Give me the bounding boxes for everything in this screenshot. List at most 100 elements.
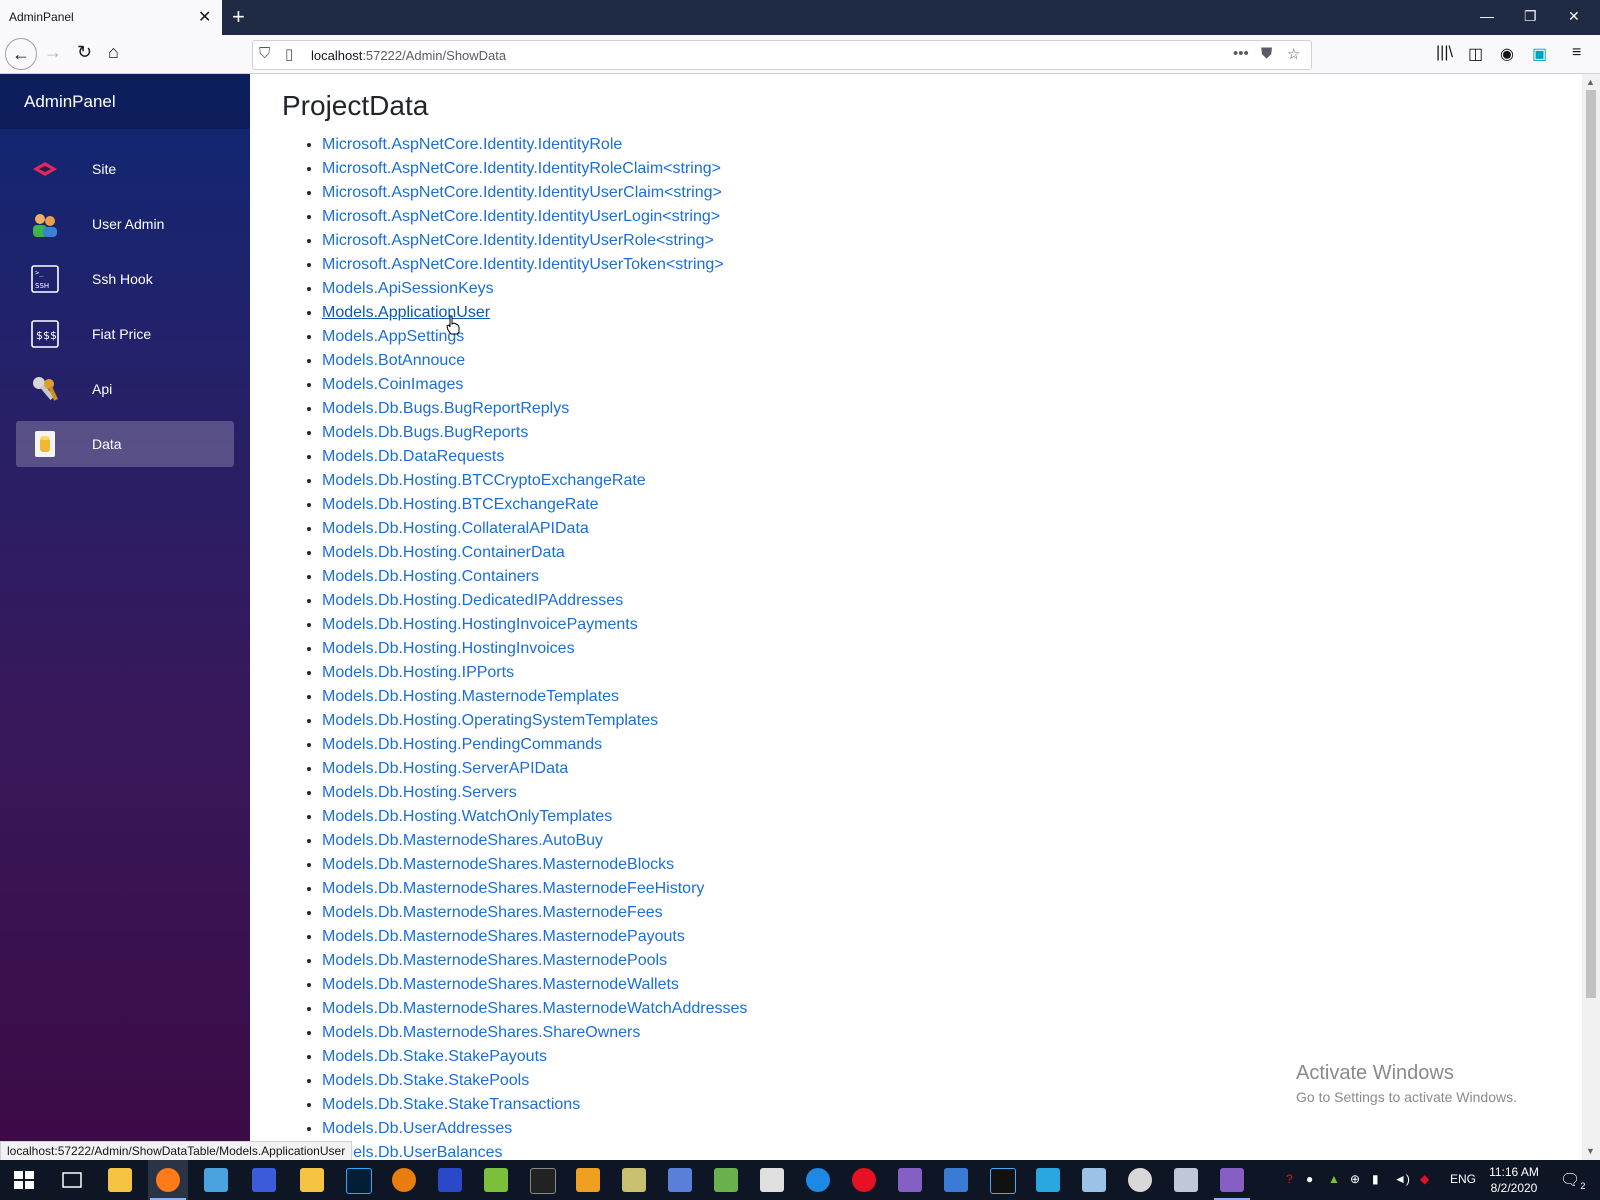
tray-app-2-icon[interactable]: ▲: [1328, 1172, 1340, 1186]
minimize-icon[interactable]: —: [1480, 8, 1494, 24]
tray-alert-icon[interactable]: ◆: [1420, 1172, 1429, 1186]
app-icon-5[interactable]: [576, 1168, 600, 1192]
forward-icon[interactable]: →: [44, 42, 62, 63]
firefox-icon[interactable]: [150, 1168, 186, 1200]
data-table-link[interactable]: Models.Db.Hosting.DedicatedIPAddresses: [322, 592, 623, 609]
app-icon-14[interactable]: [1128, 1168, 1152, 1192]
photoshop-icon[interactable]: [346, 1168, 372, 1194]
calendar-icon[interactable]: [760, 1168, 784, 1192]
data-table-link[interactable]: Models.Db.MasternodeShares.MasternodeWal…: [322, 976, 679, 993]
data-table-link[interactable]: Models.Db.MasternodeShares.MasternodeBlo…: [322, 856, 674, 873]
opera-icon[interactable]: [852, 1168, 876, 1192]
data-table-link[interactable]: Models.CoinImages: [322, 376, 463, 393]
close-tab-icon[interactable]: ✕: [198, 7, 211, 27]
new-tab-icon[interactable]: +: [232, 4, 245, 30]
file-explorer-icon[interactable]: [108, 1168, 132, 1192]
pocket-icon[interactable]: ⛊: [1261, 45, 1272, 62]
data-table-link[interactable]: Models.Db.Hosting.Servers: [322, 784, 517, 801]
sidebar-item-site[interactable]: Site: [16, 146, 234, 192]
data-table-link[interactable]: Models.Db.Hosting.ServerAPIData: [322, 760, 568, 777]
folder-icon[interactable]: [300, 1168, 324, 1192]
page-scrollbar[interactable]: ▲ ▼: [1582, 74, 1600, 1160]
back-icon[interactable]: ←: [5, 38, 37, 70]
data-table-link[interactable]: Models.Db.MasternodeShares.MasternodePoo…: [322, 952, 667, 969]
data-table-link[interactable]: Models.Db.MasternodeShares.MasternodeFee…: [322, 904, 663, 921]
library-icon[interactable]: |||\: [1436, 44, 1453, 62]
address-bar[interactable]: ⛉ ▯ localhost:57222/Admin/ShowData ••• ⛊…: [252, 40, 1312, 70]
data-table-link[interactable]: Models.Db.Hosting.IPPorts: [322, 664, 514, 681]
data-table-link[interactable]: Models.Db.Hosting.WatchOnlyTemplates: [322, 808, 612, 825]
data-table-link[interactable]: Models.Db.Hosting.HostingInvoices: [322, 640, 575, 657]
data-table-link[interactable]: Models.Db.Hosting.ContainerData: [322, 544, 565, 561]
page-actions-icon[interactable]: •••: [1233, 45, 1249, 62]
data-table-link[interactable]: Models.Db.MasternodeShares.ShareOwners: [322, 1024, 640, 1041]
windows-start-icon[interactable]: [12, 1168, 36, 1192]
data-table-link[interactable]: Models.Db.Hosting.OperatingSystemTemplat…: [322, 712, 658, 729]
data-table-link[interactable]: Models.Db.MasternodeShares.MasternodeFee…: [322, 880, 704, 897]
data-table-link[interactable]: Models.Db.MasternodeShares.MasternodeWat…: [322, 1000, 747, 1017]
visual-studio-icon[interactable]: [898, 1168, 922, 1192]
reload-icon[interactable]: ↻: [77, 42, 92, 63]
sidebar-item-fiat-price[interactable]: $$$ Fiat Price: [16, 311, 234, 357]
app-icon-4[interactable]: [484, 1168, 508, 1192]
app-icon-3[interactable]: [438, 1168, 462, 1192]
data-table-link[interactable]: Models.Db.Hosting.PendingCommands: [322, 736, 602, 753]
data-table-link[interactable]: Models.BotAnnouce: [322, 352, 465, 369]
data-table-link[interactable]: Microsoft.AspNetCore.Identity.IdentityUs…: [322, 208, 720, 225]
data-table-link[interactable]: Models.Db.Hosting.Containers: [322, 568, 539, 585]
language-indicator[interactable]: ENG: [1450, 1172, 1476, 1186]
network-icon[interactable]: ⊕: [1350, 1172, 1360, 1186]
task-view-icon[interactable]: [60, 1168, 84, 1192]
scroll-down-icon[interactable]: ▼: [1586, 1146, 1595, 1156]
app-icon-15[interactable]: [1174, 1168, 1198, 1192]
blender-icon[interactable]: [392, 1168, 416, 1192]
data-table-link[interactable]: Models.Db.Hosting.BTCCryptoExchangeRate: [322, 472, 646, 489]
data-table-link[interactable]: Models.Db.Hosting.MasternodeTemplates: [322, 688, 619, 705]
battery-icon[interactable]: ▮: [1372, 1172, 1379, 1186]
data-table-link[interactable]: Models.Db.Stake.StakePayouts: [322, 1048, 547, 1065]
data-table-link[interactable]: Models.Db.Stake.StakeTransactions: [322, 1096, 580, 1113]
page-info-icon[interactable]: ▯: [285, 45, 293, 63]
browser-tab[interactable]: AdminPanel ✕: [0, 0, 222, 35]
app-icon-9[interactable]: [806, 1168, 830, 1192]
account-icon[interactable]: ◉: [1500, 44, 1514, 64]
url-text[interactable]: localhost:57222/Admin/ShowData: [311, 48, 506, 63]
data-table-link[interactable]: Models.Db.DataRequests: [322, 448, 504, 465]
app-icon-7[interactable]: [668, 1168, 692, 1192]
terminal-icon[interactable]: [530, 1168, 556, 1194]
shield-icon[interactable]: ⛉: [259, 45, 270, 62]
visual-studio-2-icon[interactable]: [1214, 1168, 1250, 1200]
data-table-link[interactable]: Models.Db.MasternodeShares.MasternodePay…: [322, 928, 685, 945]
tray-help-icon[interactable]: ?: [1286, 1172, 1293, 1186]
sidebar-item-user-admin[interactable]: User Admin: [16, 201, 234, 247]
volume-icon[interactable]: ◄): [1394, 1172, 1410, 1186]
system-clock[interactable]: 11:16 AM 8/2/2020: [1482, 1164, 1546, 1196]
app-icon-11[interactable]: [990, 1168, 1016, 1194]
tray-app-icon[interactable]: ●: [1306, 1172, 1313, 1186]
bookmark-star-icon[interactable]: ☆: [1287, 45, 1300, 63]
sidebar-item-ssh-hook[interactable]: >_ SSH Ssh Hook: [16, 256, 234, 302]
notifications-icon[interactable]: 🗨︎2: [1560, 1170, 1585, 1191]
app-icon-10[interactable]: [944, 1168, 968, 1192]
data-table-link[interactable]: Models.Db.Hosting.HostingInvoicePayments: [322, 616, 638, 633]
save-extension-icon[interactable]: ▣: [1532, 44, 1547, 64]
app-icon-13[interactable]: [1082, 1168, 1106, 1192]
data-table-link[interactable]: Models.ApiSessionKeys: [322, 280, 494, 297]
app-icon-8[interactable]: [714, 1168, 738, 1192]
data-table-link[interactable]: Microsoft.AspNetCore.Identity.IdentityUs…: [322, 184, 722, 201]
menu-icon[interactable]: ≡: [1572, 44, 1581, 62]
restore-icon[interactable]: ❐: [1524, 8, 1537, 25]
data-table-link[interactable]: Models.Db.Bugs.BugReports: [322, 424, 528, 441]
sidebar-item-api[interactable]: Api: [16, 366, 234, 412]
close-window-icon[interactable]: ✕: [1568, 8, 1580, 25]
data-table-link[interactable]: Models.Db.MasternodeShares.AutoBuy: [322, 832, 603, 849]
sidebar-toggle-icon[interactable]: ◫: [1468, 44, 1483, 64]
sidebar-item-data[interactable]: Data: [16, 421, 234, 467]
app-icon-1[interactable]: [204, 1168, 228, 1192]
app-icon-12[interactable]: [1036, 1168, 1060, 1192]
data-table-link[interactable]: Microsoft.AspNetCore.Identity.IdentityUs…: [322, 256, 724, 273]
scroll-thumb[interactable]: [1586, 90, 1596, 998]
data-table-link[interactable]: Microsoft.AspNetCore.Identity.IdentityRo…: [322, 160, 721, 177]
data-table-link[interactable]: Microsoft.AspNetCore.Identity.IdentityUs…: [322, 232, 714, 249]
data-table-link[interactable]: Models.Db.Bugs.BugReportReplys: [322, 400, 569, 417]
